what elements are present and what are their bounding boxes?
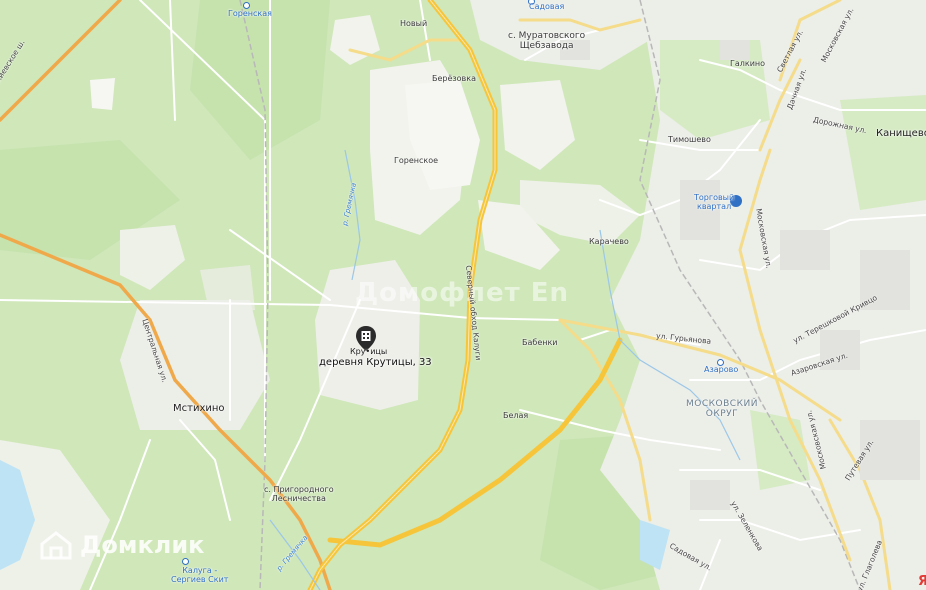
label-prigorodnoe-line1: с. Пригородного: [264, 485, 334, 494]
label-gorenskoe: Горенское: [394, 156, 439, 165]
watermark-text: Домофлет Еn: [355, 278, 569, 308]
label-kaluga-station[interactable]: Калуга - Сергиев Скит: [171, 566, 228, 584]
label-muratovskiy-line2: Щебзавода: [519, 41, 574, 52]
label-mstikhino: Мстихино: [173, 403, 225, 414]
pin-address-label[interactable]: деревня Крутицы, 33: [319, 357, 432, 368]
label-muratovskiy: с. Муратовского Щебзавода: [508, 31, 585, 52]
station-icon-gorenskaya[interactable]: [243, 2, 250, 9]
label-azarovo[interactable]: Азарово: [704, 366, 738, 374]
label-belaya: Белая: [503, 411, 529, 420]
label-sadovaya[interactable]: Садовая: [529, 3, 564, 11]
pin-place-name: Кру•ицы: [350, 347, 388, 356]
domclick-house-icon: [40, 531, 72, 560]
label-noviy: Новый: [400, 19, 428, 28]
map-canvas[interactable]: Домофлет Еn Горенская Садовая Новый с. М…: [0, 0, 926, 590]
label-prigorodnoe: с. Пригородного Лесничества: [264, 485, 334, 503]
label-moskovskiy-line2: ОКРУГ: [705, 408, 739, 419]
label-galkino: Галкино: [730, 59, 766, 68]
yandex-logo-mark: Я: [918, 574, 926, 589]
domclick-logo: Домклик: [38, 530, 204, 560]
label-babenki: Бабенки: [522, 338, 558, 347]
label-torgoviy-line2: квартал: [696, 202, 732, 212]
label-timoshevo: Тимошево: [668, 135, 711, 144]
label-kaluga-line1: Калуга -: [182, 566, 218, 575]
label-kaluga-line2: Сергиев Скит: [171, 575, 229, 585]
label-karachevo: Карачево: [589, 237, 629, 246]
label-berezovka: Берёзовка: [432, 74, 477, 83]
label-moskovskiy-okrug: МОСКОВСКИЙ ОКРУГ: [686, 399, 758, 420]
label-gorenskaya[interactable]: Горенская: [228, 10, 272, 18]
label-muratovskiy-line1: с. Муратовского: [508, 31, 586, 41]
domclick-wordmark: Домклик: [80, 531, 205, 559]
label-kanishchevo: Канищево: [876, 128, 926, 139]
label-prigorodnoe-line2: Лесничества: [271, 494, 326, 504]
label-torgoviy-line1: Торговый: [694, 193, 735, 202]
label-torgoviy-kvartal[interactable]: Торговый квартал: [694, 193, 734, 211]
